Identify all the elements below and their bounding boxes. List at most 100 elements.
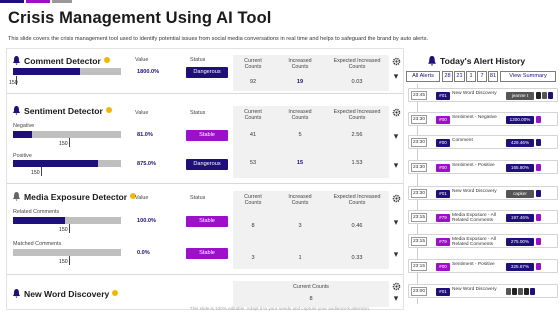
detector-panel: Comment Detector Value Status 150 1800.0… xyxy=(6,48,404,310)
alert-value-pill: 429.46% xyxy=(506,138,534,147)
alert-description: New Word Discovery xyxy=(452,91,497,96)
alert-item[interactable]: 23:30 #00 Sentiment - Negative 1200.00% xyxy=(408,112,558,126)
filter-1[interactable]: 1 xyxy=(466,71,476,82)
level-fill xyxy=(13,217,65,224)
related-value: 100.0% xyxy=(137,218,156,224)
alert-item[interactable]: 23:15 #79 Media Exposure - All Related Com… xyxy=(408,234,558,248)
status-header: Status xyxy=(190,195,206,201)
cell-current: 8 xyxy=(309,296,313,302)
filter-7[interactable]: 7 xyxy=(477,71,487,82)
alert-history-title: Today's Alert History xyxy=(440,56,526,66)
col-expected: Expected Increased Counts xyxy=(333,109,381,121)
cell-increased: 1 xyxy=(298,255,302,261)
alert-time: 23:15 xyxy=(411,262,427,271)
alert-item[interactable]: 23:00 #01 New Word Discovery xyxy=(408,284,558,298)
alert-id-badge: #01 xyxy=(436,287,450,296)
alert-history-panel: Today's Alert History All Alerts 28 21 1… xyxy=(406,48,558,310)
alert-id-badge: #00 xyxy=(436,115,450,124)
level-fill xyxy=(13,131,33,138)
alert-time: 23:00 xyxy=(411,287,427,296)
bell-icon xyxy=(13,56,20,65)
alert-description: New Word Discovery xyxy=(452,287,497,292)
comment-counts-table: Current Counts Increased Counts Expected… xyxy=(233,55,389,91)
cell-current: 8 xyxy=(251,223,255,229)
filter-28[interactable]: 28 xyxy=(442,71,453,82)
alert-description: Comment xyxy=(452,138,473,143)
filter-all-alerts[interactable]: All Alerts xyxy=(406,71,440,82)
alert-value-pill: capker xyxy=(506,189,534,198)
bell-icon xyxy=(13,289,20,298)
alert-time: 23:30 xyxy=(411,163,427,172)
alert-marker xyxy=(536,116,541,123)
sentiment-counts-table: Current Counts Increased Counts Expected… xyxy=(233,106,389,178)
col-current: Current Counts xyxy=(244,58,262,70)
alert-marker xyxy=(524,288,529,295)
cell-current: 41 xyxy=(249,132,257,138)
page-subtitle: This slide covers the crisis management … xyxy=(8,36,429,42)
gear-icon[interactable] xyxy=(392,282,401,291)
status-header: Status xyxy=(190,57,206,63)
chevron-down-icon[interactable]: ▾ xyxy=(391,71,401,82)
cell-current: 92 xyxy=(249,79,257,85)
row-label-matched: Matched Comments xyxy=(13,241,62,247)
cell-increased: 5 xyxy=(298,132,302,138)
col-increased: Increased Counts xyxy=(288,58,312,70)
alert-item[interactable]: 23:30 #00 Sentiment - Positive 165.80% xyxy=(408,160,558,174)
alert-value-pill: jeanne t xyxy=(506,91,534,100)
alert-marker xyxy=(536,190,541,197)
cell-increased: 19 xyxy=(296,79,304,85)
gear-icon[interactable] xyxy=(392,194,401,203)
cell-expected: 2.56 xyxy=(351,132,363,138)
positive-value: 875.0% xyxy=(137,161,156,167)
alert-value-pill: 165.80% xyxy=(506,163,534,172)
alert-marker xyxy=(530,288,535,295)
cell-increased: 15 xyxy=(296,160,304,166)
info-icon[interactable] xyxy=(105,107,112,113)
alert-item[interactable]: 23:45 #01 New Word Discovery jeanne t xyxy=(408,88,558,102)
alert-time: 23:30 xyxy=(411,115,427,124)
status-badge: Stable xyxy=(186,216,228,227)
filter-21[interactable]: 21 xyxy=(454,71,465,82)
page-title: Crisis Management Using AI Tool xyxy=(8,9,272,27)
alert-time: 23:30 xyxy=(411,189,427,198)
cell-increased: 3 xyxy=(298,223,302,229)
level-fill xyxy=(13,68,80,75)
chevron-down-icon[interactable]: ▾ xyxy=(391,217,401,228)
view-summary-button[interactable]: View Summary xyxy=(500,71,556,82)
matched-value: 0.0% xyxy=(137,250,150,256)
alert-item[interactable]: 23:30 #01 New Word Discovery capker xyxy=(408,186,558,200)
alert-description: New Word Discovery xyxy=(452,189,497,194)
row-label-related: Related Comments xyxy=(13,209,60,215)
alert-marker xyxy=(548,92,553,99)
alert-id-badge: #01 xyxy=(436,189,450,198)
status-badge: Dangerous xyxy=(186,67,228,78)
media-counts-table: Current Counts Increased Counts Expected… xyxy=(233,191,389,269)
new-word-counts-table: Current Counts 8 xyxy=(233,281,389,307)
chevron-down-icon[interactable]: ▾ xyxy=(391,131,401,142)
scale-label: 150 xyxy=(59,227,68,233)
positive-level-bar xyxy=(13,160,121,167)
cell-expected: 0.03 xyxy=(351,79,363,85)
gear-icon[interactable] xyxy=(392,108,401,117)
info-icon[interactable] xyxy=(103,57,110,63)
alert-item[interactable]: 23:15 #00 Sentiment - Positive 325.67% xyxy=(408,259,558,273)
chevron-down-icon[interactable]: ▾ xyxy=(391,293,401,304)
gear-icon[interactable] xyxy=(392,57,401,66)
col-increased: Increased Counts xyxy=(288,109,312,121)
alert-value-pill: 197.46% xyxy=(506,213,534,222)
alert-marker xyxy=(536,238,541,245)
alert-item[interactable]: 23:30 #00 Comment 429.46% xyxy=(408,135,558,149)
bell-icon xyxy=(13,106,20,115)
matched-level-bar xyxy=(13,249,121,256)
scale-tick xyxy=(69,138,70,147)
chevron-down-icon[interactable]: ▾ xyxy=(391,160,401,171)
alert-marker xyxy=(536,214,541,221)
info-icon[interactable] xyxy=(112,290,119,296)
alert-item[interactable]: 23:15 #79 Media Exposure - All Related Com… xyxy=(408,210,558,224)
cell-expected: 0.33 xyxy=(351,255,363,261)
media-exposure-title: Media Exposure Detector xyxy=(13,192,137,202)
scale-tick xyxy=(69,224,70,233)
filter-81[interactable]: 81 xyxy=(488,71,498,82)
chevron-down-icon[interactable]: ▾ xyxy=(391,249,401,260)
negative-value: 81.0% xyxy=(137,132,153,138)
